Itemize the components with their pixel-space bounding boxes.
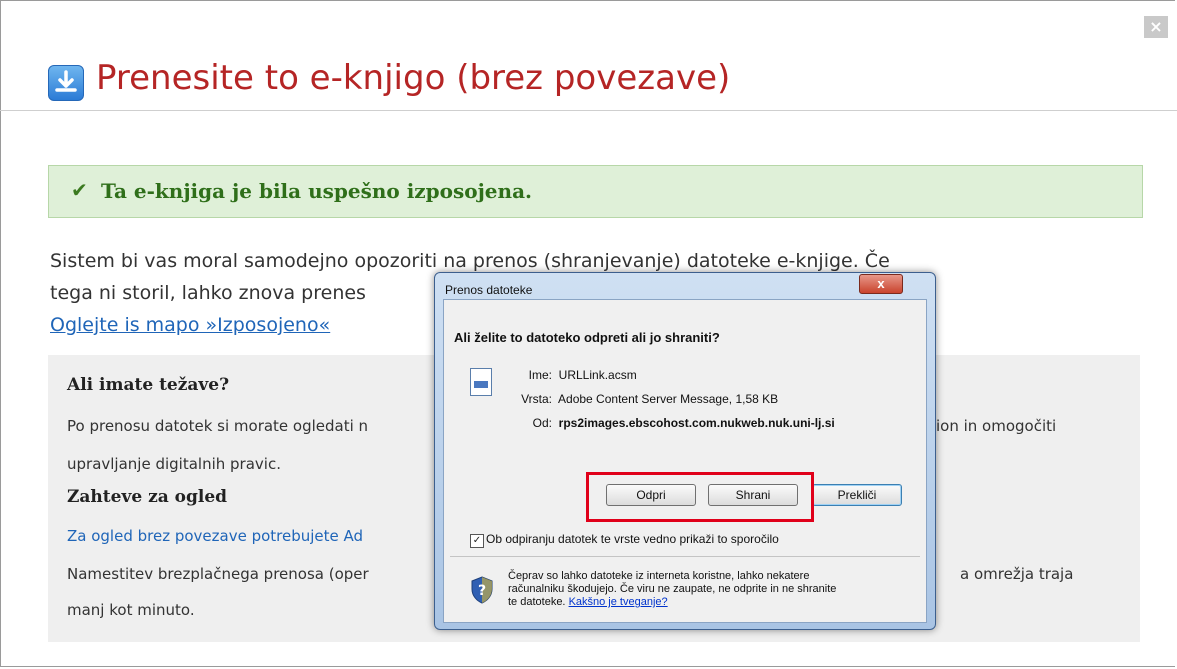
file-type-row: Vrsta: Adobe Content Server Message, 1,5… xyxy=(521,392,779,406)
help-text-line1-right: ion in omogočiti xyxy=(936,417,1057,435)
requirements-heading: Zahteve za ogled xyxy=(67,487,228,507)
intro-text-line2: tega ni storil, lahko znova prenes xyxy=(50,282,366,304)
security-warning: Čeprav so lahko datoteke iz interneta ko… xyxy=(508,570,837,608)
install-text-right: a omrežja traja xyxy=(960,565,1074,583)
highlight-box xyxy=(586,472,814,522)
modal-header: Prenesite to e-knjigo (brez povezave) xyxy=(0,50,1177,111)
adobe-requirement-link[interactable]: Za ogled brez povezave potrebujete Ad xyxy=(67,527,363,545)
checkout-folder-link[interactable]: Oglejte is mapo »Izposojeno« xyxy=(50,314,330,336)
help-text-line2: upravljanje digitalnih pravic. xyxy=(67,455,281,473)
always-ask-checkbox[interactable]: ✓ xyxy=(470,534,484,548)
cancel-button[interactable]: Prekliči xyxy=(812,484,902,506)
file-download-dialog: Prenos datoteke x Ali želite to datoteko… xyxy=(434,272,936,630)
install-text-line2: manj kot minuto. xyxy=(67,601,195,619)
checkmark-icon: ✔ xyxy=(71,178,88,202)
shield-question-icon: ? xyxy=(470,576,494,604)
intro-text-line1: Sistem bi vas moral samodejno opozoriti … xyxy=(50,250,890,272)
close-icon[interactable]: × xyxy=(1144,16,1168,38)
always-ask-label: Ob odpiranju datotek te vrste vedno prik… xyxy=(486,532,779,546)
dialog-close-icon[interactable]: x xyxy=(859,274,903,294)
help-text-line1: Po prenosu datotek si morate ogledati n xyxy=(67,417,369,435)
page-title: Prenesite to e-knjigo (brez povezave) xyxy=(96,58,731,98)
risk-link[interactable]: Kakšno je tveganje? xyxy=(569,596,668,608)
dialog-question: Ali želite to datoteko odpreti ali jo sh… xyxy=(454,330,720,345)
svg-text:?: ? xyxy=(478,583,486,599)
dialog-title: Prenos datoteke xyxy=(445,283,533,297)
install-text-line: Namestitev brezplačnega prenosa (oper xyxy=(67,565,369,583)
success-banner: ✔ Ta e-knjiga je bila uspešno izposojena… xyxy=(48,165,1143,218)
download-icon xyxy=(48,65,84,101)
dialog-body: Ali želite to datoteko odpreti ali jo sh… xyxy=(443,299,927,623)
dialog-separator xyxy=(450,556,920,557)
file-name-row: Ime: URLLink.acsm xyxy=(528,368,637,382)
file-source-row: Od: rps2images.ebscohost.com.nukweb.nuk.… xyxy=(532,416,835,430)
help-heading: Ali imate težave? xyxy=(67,375,230,395)
success-message: Ta e-knjiga je bila uspešno izposojena. xyxy=(101,179,532,203)
